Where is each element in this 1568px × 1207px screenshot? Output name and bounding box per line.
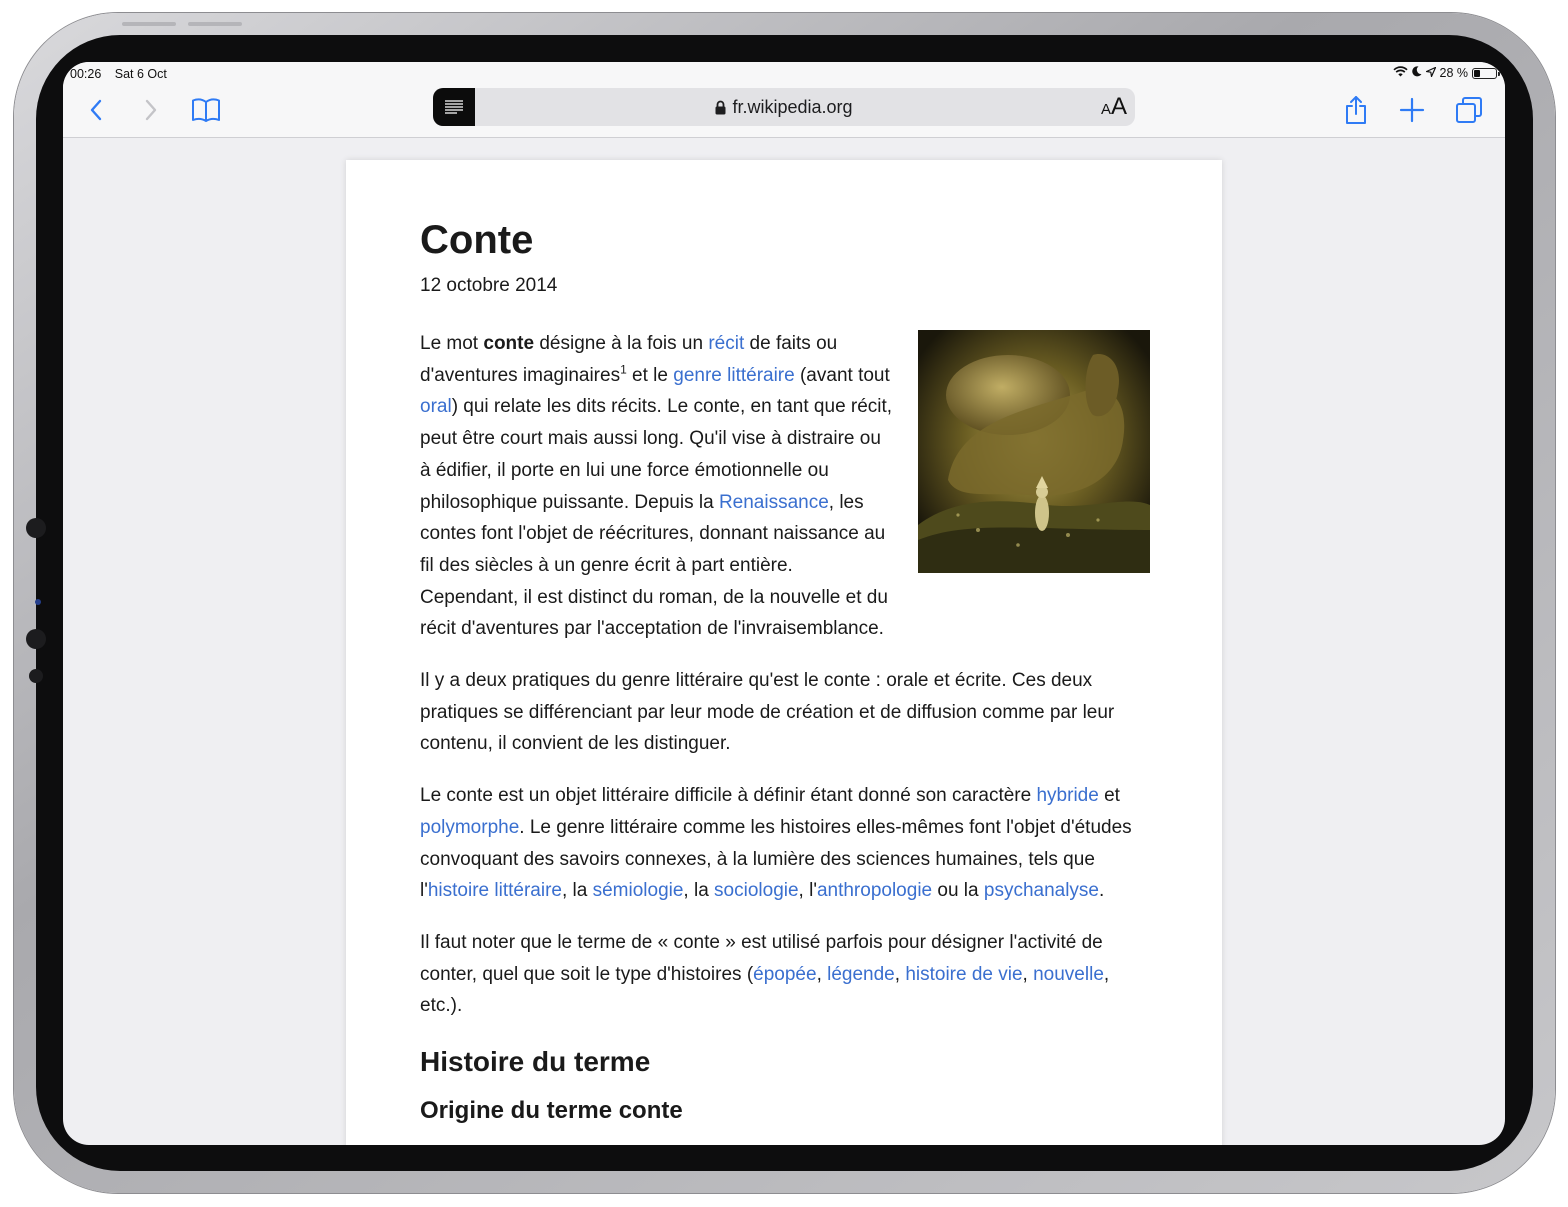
book-icon	[192, 98, 220, 122]
location-arrow-icon	[1425, 66, 1436, 80]
reader-page: Conte 12 octobre 2014 Le mot conte désig…	[346, 160, 1222, 1145]
status-date: Sat 6 Oct	[114, 67, 167, 81]
troll-illustration	[918, 330, 1150, 573]
text-run: .	[1099, 880, 1105, 902]
back-button[interactable]	[78, 92, 114, 128]
footnote-ref[interactable]: 1	[620, 362, 627, 376]
paragraph-pratiques: Il y a deux pratiques du genre littérair…	[420, 670, 1115, 755]
link-sociologie[interactable]: sociologie	[714, 880, 799, 901]
safari-toolbar: fr.wikipedia.org AA	[63, 84, 1505, 138]
separator: ,	[816, 963, 828, 985]
link-hybride[interactable]: hybride	[1036, 785, 1098, 806]
text-size-small-glyph: A	[1100, 101, 1111, 118]
separator: ,	[1022, 963, 1034, 985]
battery-icon	[1472, 67, 1500, 79]
volume-button	[188, 22, 242, 26]
text-size-button[interactable]: AA	[1101, 93, 1127, 121]
text-run: désigne à la fois un	[534, 333, 709, 354]
link-histoire-de-vie[interactable]: histoire de vie	[905, 964, 1022, 985]
text-run: , la	[561, 880, 593, 902]
article-body: Le mot conte désigne à la fois un récit …	[420, 328, 1150, 1128]
link-epopee[interactable]: épopée	[753, 964, 816, 985]
link-histoire-litteraire[interactable]: histoire littéraire	[428, 880, 562, 901]
volume-button	[122, 22, 176, 26]
text-run: et le	[626, 364, 674, 386]
tabs-button[interactable]	[1451, 92, 1487, 128]
text-run: , l'	[798, 880, 817, 902]
paragraph-definition: Le conte est un objet littéraire diffici…	[420, 780, 1150, 907]
article-date: 12 octobre 2014	[420, 275, 558, 296]
section-heading: Histoire du terme	[420, 1046, 651, 1078]
link-semiologie[interactable]: sémiologie	[593, 880, 684, 901]
text-run: , la	[683, 880, 715, 902]
tabs-icon	[1456, 97, 1482, 123]
address-bar[interactable]: fr.wikipedia.org AA	[433, 88, 1135, 126]
subsection-heading: Origine du terme conte	[420, 1097, 683, 1125]
bold-term: conte	[483, 333, 535, 354]
link-genre-litteraire[interactable]: genre littéraire	[673, 365, 794, 386]
bookmarks-button[interactable]	[188, 92, 224, 128]
link-nouvelle[interactable]: nouvelle	[1033, 964, 1104, 985]
sensor-dot	[35, 599, 41, 605]
link-psychanalyse[interactable]: psychanalyse	[984, 880, 1099, 901]
chevron-right-icon	[145, 99, 157, 121]
flash-dot	[29, 669, 43, 683]
text-run: , les contes font l'objet de réécritures…	[420, 491, 888, 640]
link-recit[interactable]: récit	[708, 333, 744, 354]
status-bar: 00:26 Sat 6 Oct 28 %	[63, 62, 1505, 84]
share-icon	[1346, 96, 1366, 124]
text-run: Le mot	[420, 333, 484, 354]
chevron-left-icon	[90, 99, 102, 121]
link-renaissance[interactable]: Renaissance	[719, 492, 829, 513]
text-run: Le conte est un objet littéraire diffici…	[420, 785, 1037, 807]
link-polymorphe[interactable]: polymorphe	[420, 817, 519, 838]
screen: 00:26 Sat 6 Oct 28 % fr.wikipedia.org AA…	[63, 62, 1505, 1145]
link-anthropologie[interactable]: anthropologie	[817, 880, 932, 901]
lock-icon	[715, 99, 726, 120]
link-oral[interactable]: oral	[420, 396, 452, 417]
status-time: 00:26	[70, 67, 102, 81]
moon-icon	[1411, 66, 1422, 80]
new-tab-button[interactable]	[1394, 92, 1430, 128]
text-run: (avant tout	[794, 364, 890, 386]
share-button[interactable]	[1338, 92, 1374, 128]
url-text: fr.wikipedia.org	[732, 97, 853, 117]
paragraph-activite: Il faut noter que le terme de « conte » …	[420, 927, 1150, 1022]
wifi-icon	[1392, 66, 1408, 80]
camera-dot	[26, 518, 46, 538]
battery-percent: 28 %	[1439, 66, 1469, 80]
text-run: ou la	[932, 880, 984, 902]
text-size-large-glyph: A	[1110, 93, 1127, 120]
link-legende[interactable]: légende	[827, 964, 895, 985]
illustration-image[interactable]	[918, 330, 1150, 573]
battery-level	[1474, 69, 1481, 77]
camera-lens	[26, 629, 46, 649]
article-title: Conte	[420, 218, 534, 262]
forward-button[interactable]	[133, 92, 169, 128]
text-run: et	[1098, 785, 1120, 807]
separator: ,	[894, 963, 906, 985]
plus-icon	[1399, 97, 1425, 123]
